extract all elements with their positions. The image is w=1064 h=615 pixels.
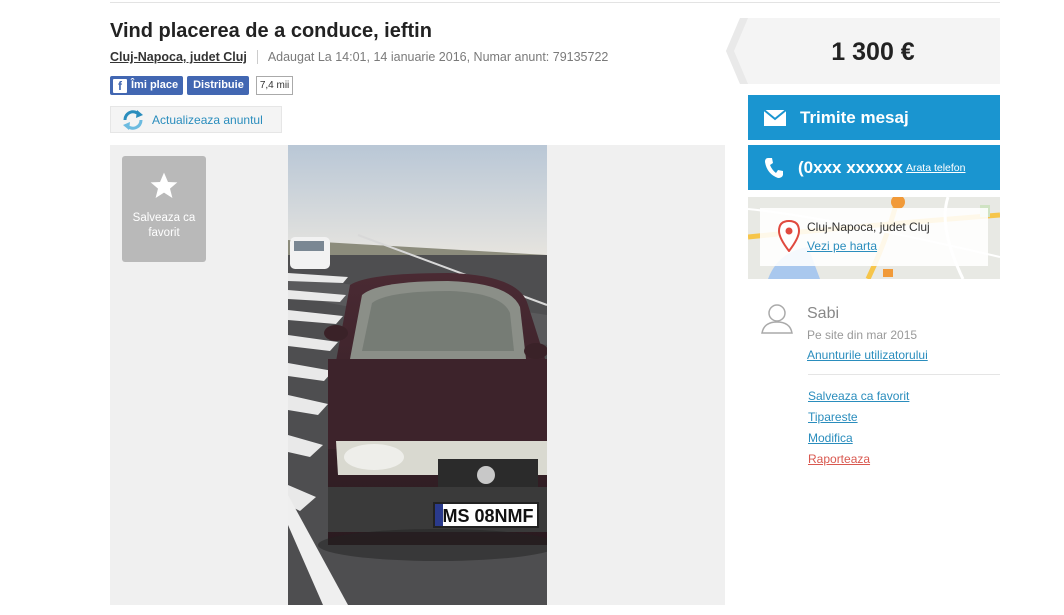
share-count: 7,4 mii — [255, 76, 294, 95]
ad-title: Vind placerea de a conduce, ieftin — [110, 20, 432, 42]
social-bar: f Îmi place Distribuie 7,4 mii — [110, 76, 294, 95]
ad-actions: Salveaza ca favorit Tipareste Modifica R… — [808, 389, 909, 473]
user-icon — [761, 304, 793, 334]
map-card: Cluj-Napoca, judet Cluj Vezi pe harta — [760, 208, 988, 266]
send-message-button[interactable]: Trimite mesaj — [748, 95, 1000, 140]
sidebar-divider — [808, 374, 1000, 375]
map-location: Cluj-Napoca, judet Cluj — [807, 220, 930, 234]
like-label: Îmi place — [131, 79, 179, 91]
map-pin-icon — [778, 220, 800, 252]
refresh-icon — [123, 109, 143, 130]
report-link[interactable]: Raporteaza — [808, 452, 909, 473]
facebook-share-button[interactable]: Distribuie — [187, 76, 249, 95]
save-favorite-button[interactable]: Salveaza ca favorit — [122, 156, 206, 262]
meta-separator — [256, 50, 258, 64]
save-favorite-link[interactable]: Salveaza ca favorit — [808, 389, 909, 410]
seller-since: Pe site din mar 2015 — [807, 328, 918, 342]
location-map[interactable]: Cluj-Napoca, judet Cluj Vezi pe harta — [748, 197, 1000, 279]
license-plate: MS 08NMF — [442, 506, 533, 526]
phone-icon — [765, 157, 783, 178]
save-favorite-label: Salveaza ca favorit — [132, 212, 196, 239]
refresh-ad-button[interactable]: Actualizeaza anuntul — [110, 106, 282, 133]
price: 1 300 € — [831, 38, 915, 66]
photo-gallery: MS 08NMF Salveaza ca favorit — [110, 145, 725, 605]
car-photo[interactable]: MS 08NMF — [288, 145, 547, 605]
price-box: 1 300 € — [726, 18, 1000, 84]
show-phone-link[interactable]: Arata telefon — [906, 162, 966, 174]
send-message-label: Trimite mesaj — [800, 107, 909, 127]
refresh-label: Actualizeaza anuntul — [152, 112, 263, 127]
seller-name: Sabi — [807, 305, 840, 322]
share-label: Distribuie — [193, 79, 244, 91]
seller-ads-link[interactable]: Anunturile utilizatorului — [807, 348, 928, 362]
ad-info: Adaugat La 14:01, 14 ianuarie 2016, Numa… — [267, 50, 609, 64]
top-divider — [110, 2, 1000, 3]
facebook-icon: f — [113, 78, 127, 93]
facebook-like-button[interactable]: f Îmi place — [110, 76, 184, 95]
view-on-map-link[interactable]: Vezi pe harta — [807, 239, 877, 253]
phone-button[interactable]: (0xxx xxxxxx Arata telefon — [748, 145, 1000, 190]
ad-meta: Cluj-Napoca, judet Cluj Adaugat La 14:01… — [110, 50, 608, 64]
print-link[interactable]: Tipareste — [808, 410, 909, 431]
star-icon — [150, 172, 178, 198]
edit-link[interactable]: Modifica — [808, 431, 909, 452]
location-link[interactable]: Cluj-Napoca, judet Cluj — [110, 50, 247, 64]
phone-number: (0xxx xxxxxx — [798, 157, 903, 177]
envelope-icon — [764, 109, 786, 126]
